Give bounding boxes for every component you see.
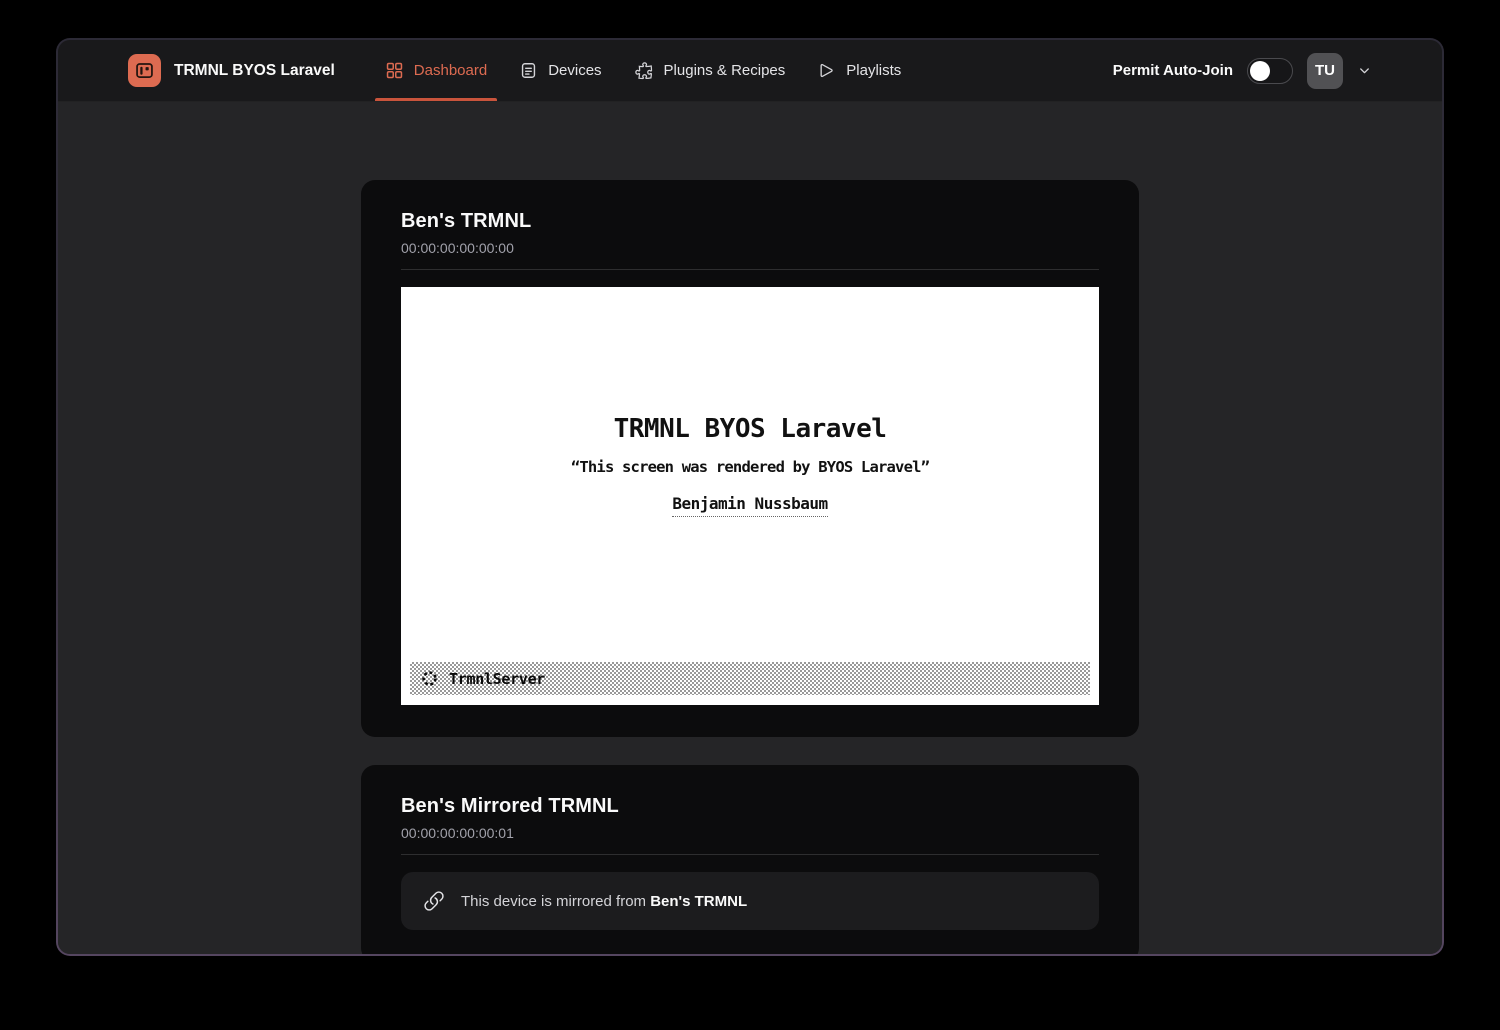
tab-label: Plugins & Recipes xyxy=(664,62,786,79)
device-card-bens-mirrored-trmnl: Ben's Mirrored TRMNL 00:00:00:00:00:01 T… xyxy=(361,765,1139,954)
top-navbar: TRMNL BYOS Laravel Dashboard xyxy=(58,40,1442,102)
screen-title: TRMNL BYOS Laravel xyxy=(401,414,1099,444)
screen-status-bar: TrmnlServer xyxy=(410,662,1090,695)
brand-title: TRMNL BYOS Laravel xyxy=(174,62,335,80)
play-icon xyxy=(817,61,836,80)
device-mac-address: 00:00:00:00:00:00 xyxy=(401,240,1099,256)
divider xyxy=(401,269,1099,270)
device-screen-preview: TRMNL BYOS Laravel “This screen was rend… xyxy=(401,287,1099,705)
device-card-bens-trmnl: Ben's TRMNL 00:00:00:00:00:00 TRMNL BYOS… xyxy=(361,180,1139,737)
user-avatar[interactable]: TU xyxy=(1307,53,1343,89)
device-mac-address: 00:00:00:00:00:01 xyxy=(401,825,1099,841)
dashboard-content: Ben's TRMNL 00:00:00:00:00:00 TRMNL BYOS… xyxy=(58,102,1442,954)
nav-tabs: Dashboard Devices xyxy=(369,40,918,101)
permit-auto-join-label: Permit Auto-Join xyxy=(1113,62,1233,79)
puzzle-piece-icon xyxy=(634,61,654,81)
screen-content: TRMNL BYOS Laravel “This screen was rend… xyxy=(401,287,1099,517)
brand: TRMNL BYOS Laravel xyxy=(128,40,335,101)
permit-auto-join-toggle[interactable] xyxy=(1247,58,1293,84)
link-icon xyxy=(423,890,445,912)
tab-playlists[interactable]: Playlists xyxy=(801,40,917,101)
tab-label: Playlists xyxy=(846,62,901,79)
mirror-source-device: Ben's TRMNL xyxy=(650,893,747,910)
toggle-knob xyxy=(1250,61,1270,81)
status-bar-label: TrmnlServer xyxy=(449,670,545,688)
tab-devices[interactable]: Devices xyxy=(503,40,617,101)
mirrored-device-notice: This device is mirrored from Ben's TRMNL xyxy=(401,872,1099,930)
spinner-icon xyxy=(420,669,439,688)
app-window: TRMNL BYOS Laravel Dashboard xyxy=(58,40,1442,954)
device-name: Ben's TRMNL xyxy=(401,210,1099,233)
mirror-notice-text: This device is mirrored from Ben's TRMNL xyxy=(461,893,747,910)
screen-quote: “This screen was rendered by BYOS Larave… xyxy=(401,458,1099,476)
nav-right-controls: Permit Auto-Join TU xyxy=(1113,40,1372,101)
tab-label: Dashboard xyxy=(414,62,487,79)
dashboard-grid-icon xyxy=(385,61,404,80)
mirror-notice-prefix: This device is mirrored from xyxy=(461,893,650,910)
device-name: Ben's Mirrored TRMNL xyxy=(401,795,1099,818)
chevron-down-icon[interactable] xyxy=(1357,63,1372,78)
screen-author-link: Benjamin Nussbaum xyxy=(672,494,827,517)
tab-plugins-recipes[interactable]: Plugins & Recipes xyxy=(618,40,802,101)
trmnl-logo-icon xyxy=(128,54,161,87)
app-window-frame: TRMNL BYOS Laravel Dashboard xyxy=(56,38,1444,956)
tab-label: Devices xyxy=(548,62,601,79)
devices-list-icon xyxy=(519,61,538,80)
tab-dashboard[interactable]: Dashboard xyxy=(369,40,503,101)
screen-author-wrap: Benjamin Nussbaum xyxy=(401,494,1099,517)
divider xyxy=(401,854,1099,855)
